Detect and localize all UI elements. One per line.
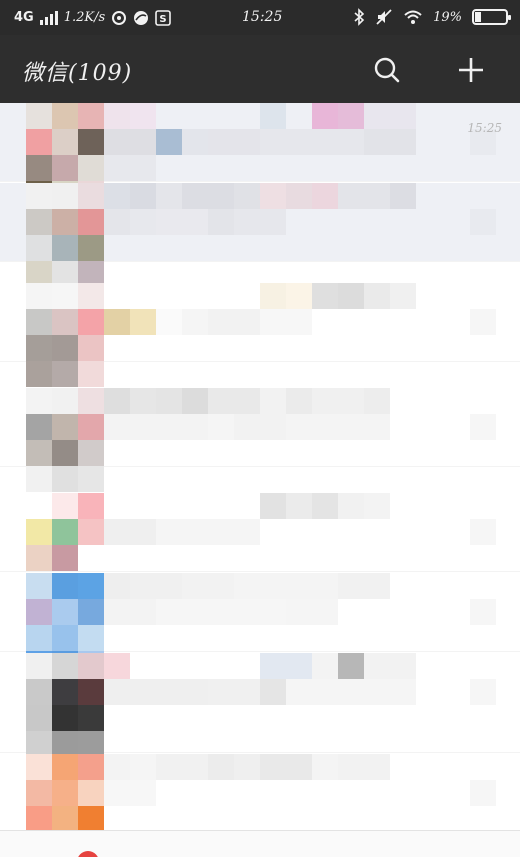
app-title: 微信(109): [22, 61, 133, 86]
row-edge-blur: [470, 519, 496, 545]
search-button[interactable]: [370, 53, 404, 87]
message-preview-blurred: [104, 388, 416, 440]
signal-icon: [39, 10, 58, 25]
message-preview-blurred: [104, 754, 416, 806]
chat-row[interactable]: [0, 283, 520, 387]
bluetooth-icon: [353, 8, 365, 26]
message-preview-blurred: [104, 653, 416, 705]
avatar: [26, 388, 104, 492]
browser-icon: [133, 10, 149, 26]
sync-icon: [111, 10, 127, 26]
status-right: 19%: [353, 8, 511, 26]
row-edge-blur: [470, 414, 496, 440]
bottom-tab-bar: [0, 830, 520, 857]
status-time: 15:25: [242, 9, 283, 25]
row-edge-blur: [470, 209, 496, 235]
chat-row[interactable]: [0, 653, 520, 757]
row-edge-blur: [470, 679, 496, 705]
unread-badge: [77, 851, 99, 857]
chat-row[interactable]: [0, 183, 520, 287]
row-edge-blur: [470, 780, 496, 806]
avatar: [26, 653, 104, 757]
chat-row[interactable]: [0, 754, 520, 857]
avatar: [26, 283, 104, 387]
chat-row[interactable]: 15:25: [0, 103, 520, 207]
avatar: [26, 183, 104, 287]
chat-row[interactable]: [0, 388, 520, 492]
message-preview-blurred: [104, 493, 416, 545]
battery-level: [475, 12, 481, 22]
avatar: [26, 493, 104, 571]
chat-row[interactable]: [0, 493, 520, 572]
message-preview-blurred: [104, 573, 416, 625]
message-preview-blurred: [104, 183, 416, 235]
battery-percent: 19%: [433, 9, 462, 25]
status-left: 4G 1.2K/s S: [14, 9, 171, 26]
chat-row[interactable]: [0, 573, 520, 677]
add-button[interactable]: [454, 53, 488, 87]
plus-icon: [459, 58, 483, 82]
chat-list: 15:25: [0, 103, 520, 857]
message-preview-blurred: [104, 103, 416, 181]
row-edge-blur: [470, 599, 496, 625]
app-bar: 微信(109): [0, 35, 520, 103]
message-preview-blurred: [104, 283, 416, 335]
status-bar: 4G 1.2K/s S 15:25 19%: [0, 0, 520, 35]
svg-text:S: S: [160, 14, 167, 25]
search-icon: [374, 57, 400, 83]
chat-time: 15:25: [467, 121, 502, 135]
battery-icon: [472, 9, 511, 25]
app-s-icon: S: [155, 9, 171, 26]
mute-icon: [375, 8, 393, 26]
row-edge-blur: [470, 309, 496, 335]
network-speed: 1.2K/s: [63, 10, 106, 25]
network-type: 4G: [14, 10, 34, 25]
wifi-icon: [403, 9, 423, 25]
